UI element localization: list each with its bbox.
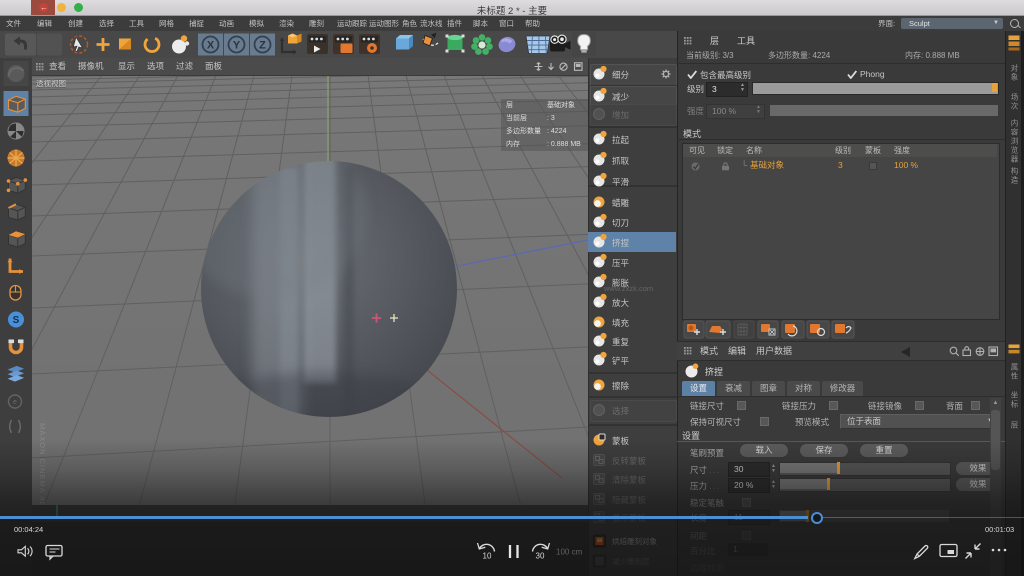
svg-text:Y: Y (233, 40, 241, 52)
svg-text:100 cm: 100 cm (556, 548, 583, 557)
svg-text:10: 10 (483, 552, 492, 561)
svg-text:X: X (207, 40, 215, 52)
svg-text:Z: Z (259, 40, 266, 52)
svg-text:30: 30 (536, 552, 545, 561)
